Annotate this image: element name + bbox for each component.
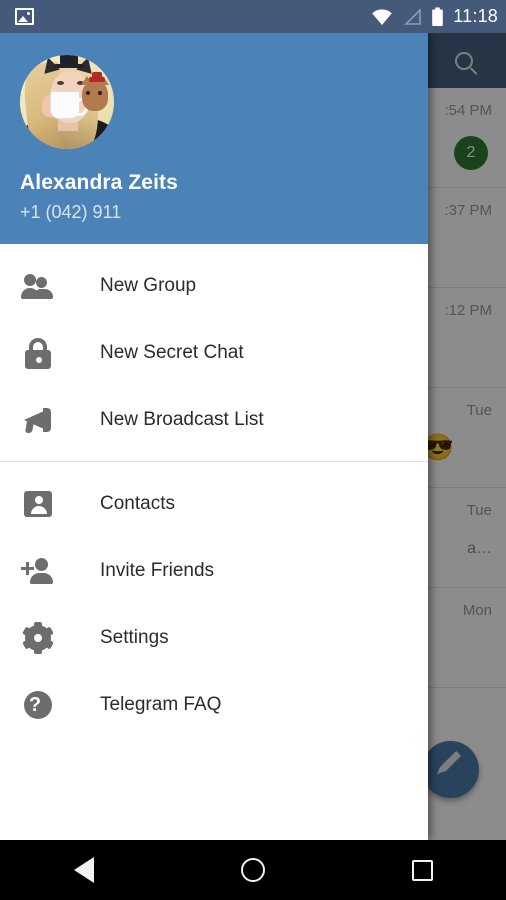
drawer-item-label: New Group: [100, 274, 197, 296]
status-bar-right: 11:18: [371, 0, 498, 33]
avatar-cat-eye-right: [98, 91, 102, 95]
signal-icon: [404, 7, 422, 25]
avatar-top-hat-sticker: [54, 55, 84, 69]
drawer-item-label: New Secret Chat: [100, 341, 244, 363]
drawer-header[interactable]: Alexandra Zeits +1 (042) 911: [0, 33, 428, 244]
wifi-icon: [372, 8, 393, 25]
drawer-item-label: Settings: [100, 626, 169, 648]
help-circle-icon: ?: [21, 688, 55, 722]
drawer-item-label: New Broadcast List: [100, 408, 264, 430]
status-bar-clock: 11:18: [453, 6, 498, 26]
drawer-item-new-broadcast-list[interactable]: New Broadcast List: [0, 386, 428, 453]
status-bar: 11:18: [0, 0, 506, 33]
drawer-item-label: Telegram FAQ: [100, 693, 222, 715]
avatar-cat-eye-left: [86, 91, 90, 95]
drawer-item-contacts[interactable]: Contacts: [0, 470, 428, 537]
avatar-eye-left: [57, 81, 64, 85]
photo-icon: [15, 8, 34, 25]
battery-icon: [432, 7, 444, 26]
drawer-item-new-secret-chat[interactable]: New Secret Chat: [0, 319, 428, 386]
contact-card-icon: [21, 487, 55, 521]
drawer-item-label: Invite Friends: [100, 559, 215, 581]
avatar-cat-sticker: [81, 76, 109, 111]
profile-name: Alexandra Zeits: [20, 171, 178, 194]
avatar-cat-hat: [89, 72, 105, 82]
drawer-menu: New Group New Secret Chat New Broadcast …: [0, 244, 428, 746]
profile-phone: +1 (042) 911: [20, 202, 122, 222]
drawer-item-telegram-faq[interactable]: ? Telegram FAQ: [0, 671, 428, 738]
avatar[interactable]: [20, 55, 114, 149]
avatar-mug: [50, 91, 88, 119]
lock-icon: [21, 336, 55, 370]
navigation-drawer: Alexandra Zeits +1 (042) 911 New Group N…: [0, 33, 428, 840]
recents-square-icon[interactable]: [411, 859, 433, 881]
megaphone-icon: [21, 403, 55, 437]
drawer-item-label: Contacts: [100, 492, 175, 514]
drawer-item-invite-friends[interactable]: Invite Friends: [0, 537, 428, 604]
drawer-menu-group-main: Contacts Invite Friends Settings ? Teleg…: [0, 462, 428, 746]
home-circle-icon[interactable]: [240, 858, 265, 882]
person-add-icon: [21, 554, 55, 588]
drawer-item-settings[interactable]: Settings: [0, 604, 428, 671]
gear-icon: [21, 621, 55, 655]
android-nav-bar: [0, 840, 506, 900]
phone-screen: :54 PM 2 :37 PM :12 PM Tue 😎 Tue a… Mon: [0, 0, 506, 900]
drawer-item-new-group[interactable]: New Group: [0, 252, 428, 319]
drawer-menu-group-new: New Group New Secret Chat New Broadcast …: [0, 244, 428, 461]
people-icon: [21, 269, 55, 303]
back-triangle-icon[interactable]: [73, 857, 94, 883]
